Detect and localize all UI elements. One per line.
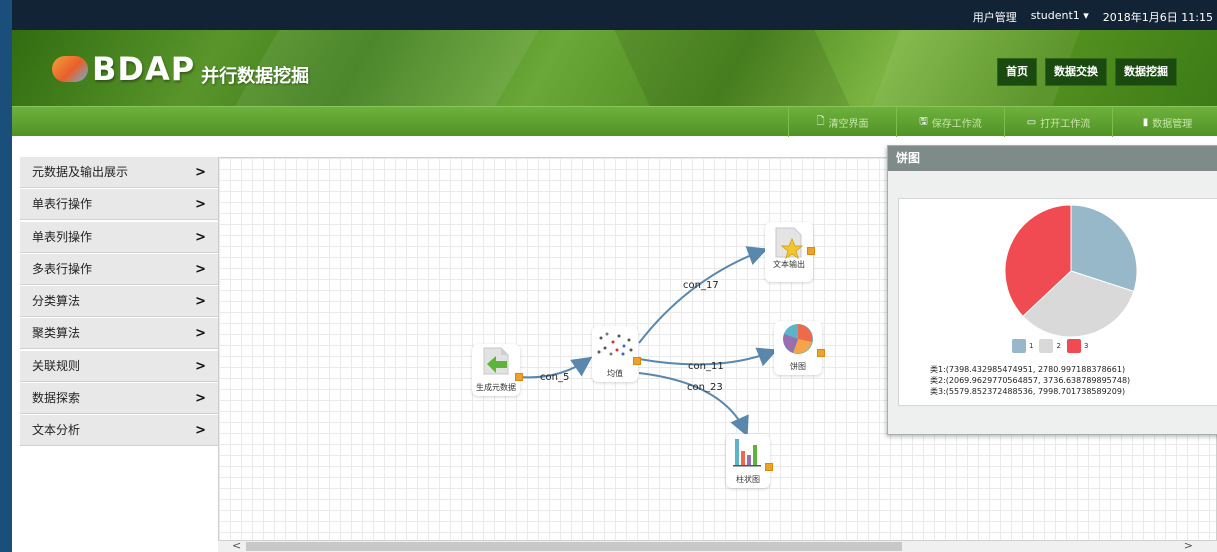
top-bar-right: 用户管理 student1 2018年1月6日 11:15 xyxy=(973,9,1213,25)
algorithm-sidebar: 元数据及输出展示 > 单表行操作 > 单表列操作 > 多表行操作 > 分类算法 > 聚类算… xyxy=(20,157,218,552)
node-pie-chart[interactable]: 饼图 xyxy=(774,321,825,375)
cluster-stat-2: 类2:(2069.9629770564857, 3736.63878989574… xyxy=(930,376,1131,385)
node-output-port[interactable] xyxy=(515,373,523,381)
legend-item-3[interactable]: 3 xyxy=(1066,339,1088,353)
logo-subtitle: 并行数据挖掘 xyxy=(201,66,310,87)
chevron-right-icon: > xyxy=(195,423,206,439)
top-bar: 用户管理 student1 2018年1月6日 11:15 xyxy=(0,0,1217,552)
chevron-right-icon: > xyxy=(195,326,206,342)
chevron-right-icon: > xyxy=(195,229,206,245)
sidebar-item-clustering[interactable]: 聚类算法 > xyxy=(20,318,218,350)
edge-label-con-23: con_23 xyxy=(687,382,723,393)
chevron-right-icon: > xyxy=(195,358,206,374)
chevron-right-icon: > xyxy=(195,294,206,310)
document-icon: ▮ xyxy=(1142,116,1149,128)
scroll-right-icon[interactable]: > xyxy=(1184,539,1193,552)
chevron-right-icon: > xyxy=(195,197,206,213)
node-output-port[interactable] xyxy=(633,357,641,365)
user-dropdown[interactable]: student1 xyxy=(1031,9,1089,25)
edge-label-con-17: con_17 xyxy=(683,280,719,291)
cluster-stat-1: 类1:(7398.432985474951, 2780.997188378661… xyxy=(930,365,1126,374)
node-output-port[interactable] xyxy=(817,349,825,357)
sidebar-item-single-row[interactable]: 单表行操作 > xyxy=(20,189,218,221)
legend-item-2[interactable]: 2 xyxy=(1039,339,1061,353)
chevron-right-icon: > xyxy=(195,391,206,407)
pie-chart-icon xyxy=(783,324,813,354)
save-workflow-button[interactable]: 🖫 保存工作流 xyxy=(896,107,1004,137)
cluster-stats: 类1:(7398.432985474951, 2780.997188378661… xyxy=(930,364,1130,397)
chart-legend: 1 2 3 xyxy=(1012,339,1088,353)
popup-chart-area: 1 2 3 类1:(7398.432985474951, 2780.997188… xyxy=(898,198,1217,406)
scatter-plot-icon xyxy=(597,332,633,356)
sidebar-item-association[interactable]: 关联规则 > xyxy=(20,350,218,382)
nav-data-exchange-button[interactable]: 数据交换 xyxy=(1045,58,1107,86)
node-bar-chart[interactable]: 柱状图 xyxy=(726,434,773,488)
pie-chart xyxy=(1004,204,1138,338)
logo[interactable]: BDAP 并行数据挖掘 xyxy=(52,50,309,88)
save-icon: 🖫 xyxy=(919,115,928,127)
data-management-button[interactable]: ▮ 数据管理 xyxy=(1112,107,1217,137)
cluster-stat-3: 类3:(5579.852372488536, 7998.701738589209… xyxy=(930,387,1126,396)
edge-con-17[interactable] xyxy=(638,246,768,344)
nav-data-mining-button[interactable]: 数据挖掘 xyxy=(1115,58,1177,86)
sidebar-item-classification[interactable]: 分类算法 > xyxy=(20,286,218,318)
workflow-toolbar: 🗋 清空界面 🖫 保存工作流 ▭ 打开工作流 ▮ 数据管理 xyxy=(12,106,1217,137)
sidebar-item-multi-row[interactable]: 多表行操作 > xyxy=(20,253,218,285)
main-nav: 首页 数据交换 数据挖掘 xyxy=(997,58,1177,86)
scroll-left-icon[interactable]: < xyxy=(232,539,241,552)
datetime-text: 2018年1月6日 11:15 xyxy=(1102,11,1213,24)
legend-item-1[interactable]: 1 xyxy=(1012,339,1033,353)
left-edge-strip xyxy=(0,0,12,552)
import-arrow-icon xyxy=(483,347,509,375)
scrollbar-thumb[interactable] xyxy=(246,542,902,551)
star-document-icon xyxy=(775,227,804,260)
node-mean[interactable]: 均值 xyxy=(592,326,641,382)
banner: BDAP 并行数据挖掘 首页 数据交换 数据挖掘 xyxy=(0,30,1217,106)
bar-chart-icon xyxy=(733,439,761,467)
logo-mark-icon xyxy=(52,56,88,82)
clear-canvas-button[interactable]: 🗋 清空界面 xyxy=(788,107,896,137)
node-generate-metadata[interactable]: 生成元数据 xyxy=(472,344,523,396)
open-workflow-button[interactable]: ▭ 打开工作流 xyxy=(1004,107,1112,137)
edge-label-con-5: con_5 xyxy=(540,372,570,383)
horizontal-scrollbar[interactable]: < > xyxy=(218,539,1217,552)
nav-home-button[interactable]: 首页 xyxy=(997,58,1037,86)
node-text-output[interactable]: 文本输出 xyxy=(765,222,815,282)
chevron-right-icon: > xyxy=(195,165,206,180)
popup-title: 饼图 xyxy=(888,146,1217,171)
user-management-link[interactable]: 用户管理 xyxy=(973,9,1017,25)
node-output-port[interactable] xyxy=(765,463,773,471)
chevron-right-icon: > xyxy=(195,261,206,277)
folder-open-icon: ▭ xyxy=(1026,116,1037,128)
node-output-port[interactable] xyxy=(807,247,815,255)
logo-text: BDAP xyxy=(92,50,196,88)
file-icon: 🗋 xyxy=(816,115,825,127)
app-root: 用户管理 student1 2018年1月6日 11:15 BDAP 并行数据挖… xyxy=(0,0,1217,552)
edge-label-con-11: con_11 xyxy=(688,361,724,372)
sidebar-item-metadata[interactable]: 元数据及输出展示 > xyxy=(20,157,218,188)
sidebar-item-exploration[interactable]: 数据探索 > xyxy=(20,383,218,415)
sidebar-item-text-analysis[interactable]: 文本分析 > xyxy=(20,415,218,447)
sidebar-item-single-column[interactable]: 单表列操作 > xyxy=(20,221,218,253)
pie-chart-popup[interactable]: 饼图 1 2 3 类1:(7398.432985474951, 2780.997… xyxy=(887,145,1217,435)
